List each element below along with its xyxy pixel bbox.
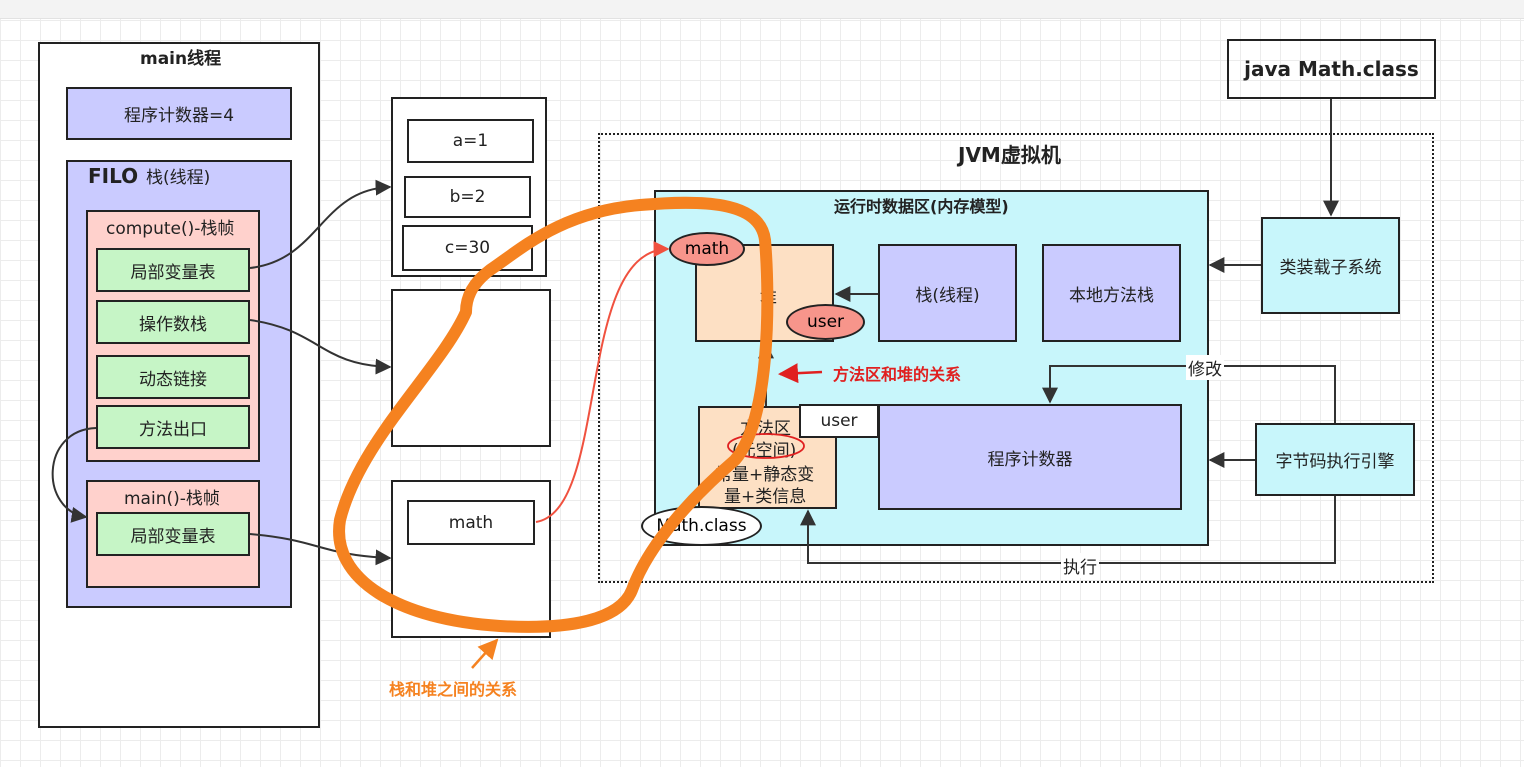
method-heap-relation-arrow bbox=[778, 363, 823, 384]
connectors-layer bbox=[51, 99, 1339, 669]
modify-label: 修改 bbox=[1186, 355, 1224, 380]
local-vars-to-vars-connector bbox=[249, 179, 392, 269]
stack-heap-highlight-loop bbox=[333, 196, 774, 633]
method-exit-return-connector bbox=[51, 427, 97, 523]
math-reference-arrow bbox=[535, 241, 670, 523]
main-locals-to-box-connector bbox=[249, 533, 392, 566]
stack-heap-relation-note: 栈和堆之间的关系 bbox=[389, 680, 518, 699]
execute-label: 执行 bbox=[1061, 553, 1099, 578]
operand-stack-to-box-connector bbox=[249, 319, 392, 375]
method-heap-relation-note: 方法区和堆的关系 bbox=[833, 365, 962, 384]
stack-heap-relation-arrow bbox=[471, 638, 499, 669]
